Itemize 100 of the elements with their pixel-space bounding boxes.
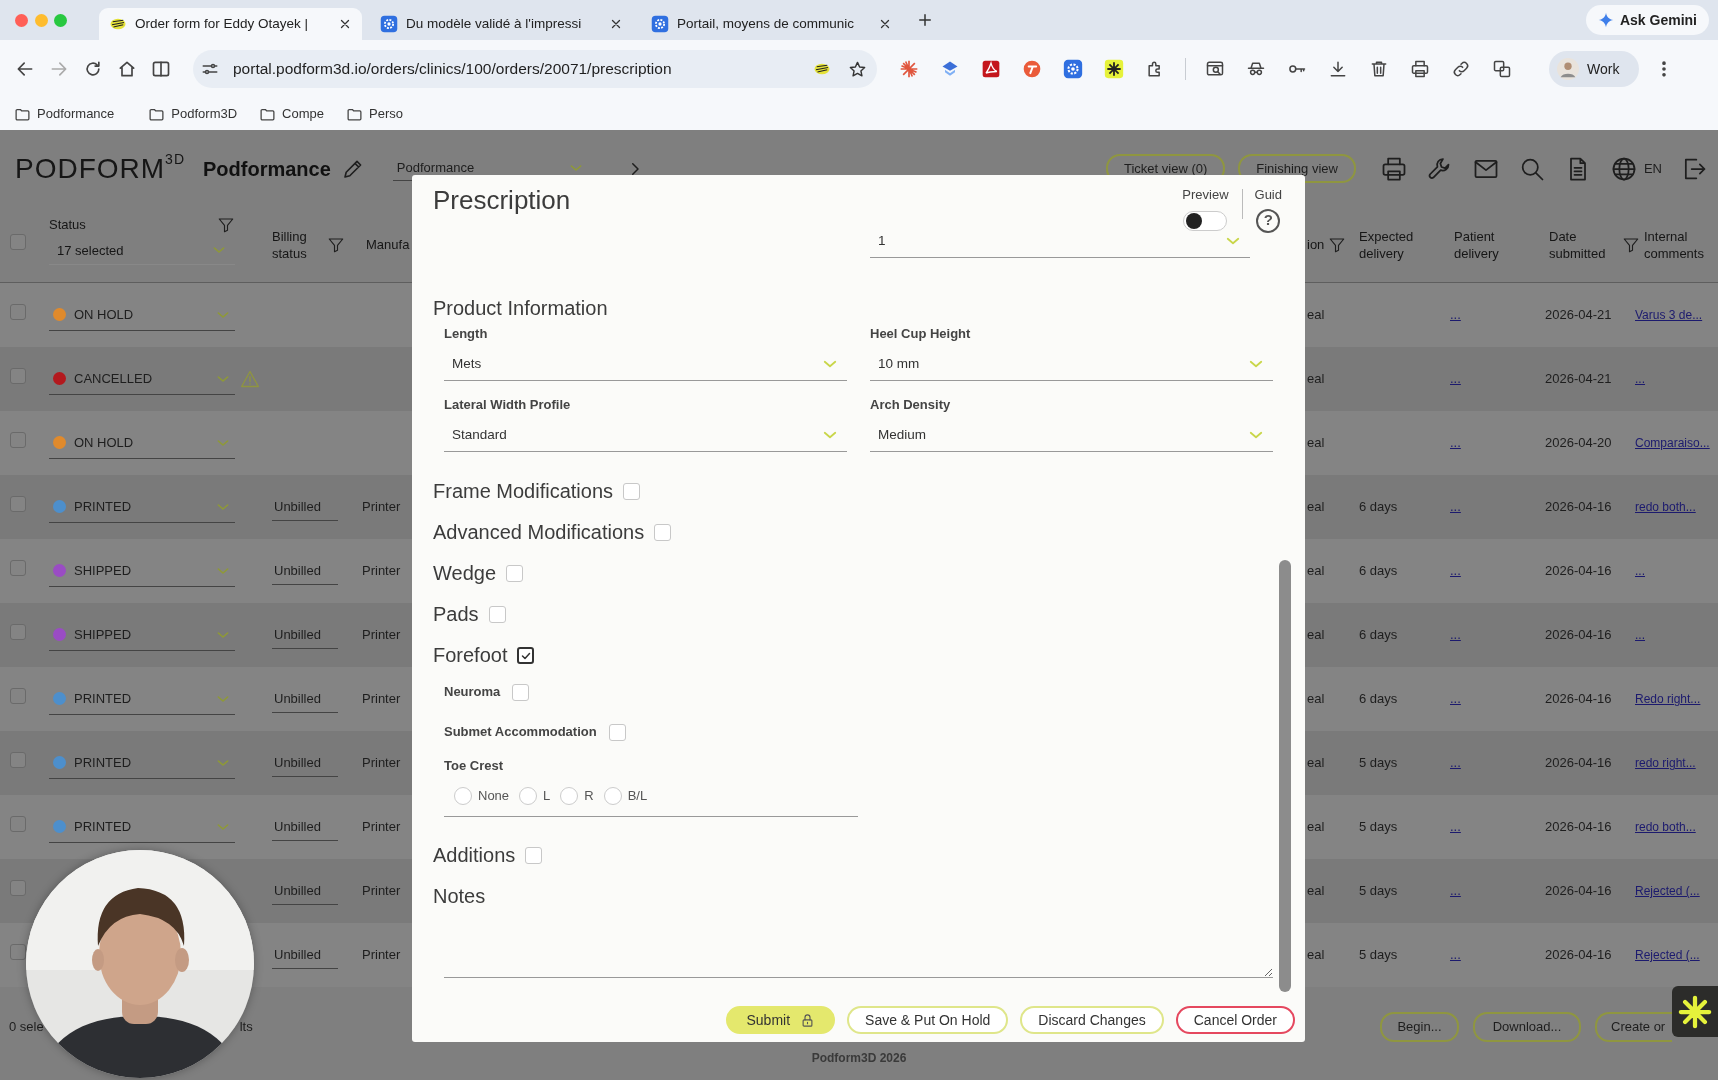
radio-button[interactable]	[560, 786, 579, 805]
comment-link[interactable]: Rejected (...	[1635, 946, 1700, 965]
patient-delivery-link[interactable]: ...	[1450, 755, 1461, 771]
split-view-icon[interactable]	[151, 59, 171, 79]
billing-select[interactable]: Unbilled	[272, 876, 338, 906]
close-icon[interactable]	[878, 17, 892, 31]
footer-button[interactable]: Create or	[1595, 1012, 1672, 1042]
patient-delivery-link[interactable]: ...	[1450, 947, 1461, 963]
patient-delivery-link[interactable]: ...	[1450, 499, 1461, 515]
comment-link[interactable]: ...	[1635, 370, 1645, 389]
billing-select[interactable]: Unbilled	[272, 620, 338, 650]
billing-select[interactable]: Unbilled	[272, 748, 338, 778]
printer-icon[interactable]	[1410, 59, 1430, 79]
filter-icon[interactable]	[327, 235, 346, 254]
comment-link[interactable]: ...	[1635, 626, 1645, 645]
comment-link[interactable]: Rejected (...	[1635, 882, 1700, 901]
patient-delivery-link[interactable]: ...	[1450, 307, 1461, 323]
submit-button[interactable]: Submit	[726, 1006, 836, 1034]
billing-select[interactable]: Unbilled	[272, 556, 338, 586]
footer-button[interactable]: Begin...	[1380, 1012, 1459, 1042]
comment-link[interactable]: Comparaiso...	[1635, 434, 1710, 453]
row-checkbox[interactable]	[10, 816, 26, 833]
bookmark-link[interactable]: Perso	[369, 104, 403, 124]
back-arrow-icon[interactable]	[15, 59, 35, 79]
comment-link[interactable]: Varus 3 de...	[1635, 306, 1703, 325]
radio-button[interactable]	[603, 786, 622, 805]
bookmark-link[interactable]: Podformance	[37, 104, 115, 124]
billing-select[interactable]: Unbilled	[272, 492, 338, 522]
star-icon[interactable]	[848, 59, 867, 79]
close-icon[interactable]	[609, 17, 623, 31]
status-select[interactable]: ON HOLD	[49, 427, 235, 459]
browser-tab[interactable]: Du modèle validé à l'impressi	[370, 8, 633, 40]
comment-link[interactable]: redo both...	[1635, 498, 1696, 517]
patient-delivery-link[interactable]: ...	[1450, 563, 1461, 579]
row-checkbox[interactable]	[10, 944, 26, 961]
document-icon[interactable]	[981, 59, 1001, 79]
tab-search-icon[interactable]	[1205, 59, 1225, 79]
row-checkbox[interactable]	[10, 304, 26, 321]
profile-button[interactable]: Work	[1549, 51, 1639, 87]
filter-icon[interactable]	[1327, 235, 1346, 254]
trash-icon[interactable]	[1369, 59, 1389, 79]
status-filter-select[interactable]: 17 selected	[49, 236, 235, 265]
close-icon[interactable]	[338, 17, 352, 31]
row-checkbox[interactable]	[10, 560, 26, 577]
dropdown[interactable]: Mets	[444, 348, 847, 381]
comment-link[interactable]: redo both...	[1635, 818, 1696, 837]
dropdown[interactable]: 10 mm	[870, 348, 1273, 381]
ask-gemini-button[interactable]: Ask Gemini	[1585, 5, 1709, 35]
reload-icon[interactable]	[83, 59, 103, 79]
patient-delivery-link[interactable]: ...	[1450, 627, 1461, 643]
dropdown[interactable]: Standard	[444, 419, 847, 452]
cancel-button[interactable]: Cancel Order	[1175, 1006, 1295, 1034]
row-checkbox[interactable]	[10, 432, 26, 449]
radio-button[interactable]	[519, 786, 538, 805]
billing-select[interactable]: Unbilled	[272, 684, 338, 714]
filter-icon[interactable]	[217, 215, 235, 234]
action-button[interactable]: Save & Put On Hold	[847, 1006, 1009, 1034]
home-icon[interactable]	[117, 59, 137, 79]
row-checkbox[interactable]	[10, 624, 26, 641]
help-button[interactable]: ?	[1256, 208, 1281, 233]
row-checkbox[interactable]	[10, 496, 26, 513]
browser-tab[interactable]: Portail, moyens de communic	[641, 8, 902, 40]
select-all-checkbox[interactable]	[10, 233, 26, 250]
patient-delivery-link[interactable]: ...	[1450, 371, 1461, 387]
circle-logo-icon[interactable]	[1022, 59, 1042, 79]
action-button[interactable]: Discard Changes	[1020, 1006, 1164, 1034]
bookmark-link[interactable]: Compe	[282, 104, 324, 124]
dropdown[interactable]: 1	[870, 225, 1250, 258]
status-select[interactable]: ON HOLD	[49, 299, 235, 331]
status-select[interactable]: CANCELLED	[49, 363, 235, 395]
patient-delivery-link[interactable]: ...	[1450, 883, 1461, 899]
billing-select[interactable]: Unbilled	[272, 940, 338, 970]
status-select[interactable]: SHIPPED	[49, 619, 235, 651]
status-select[interactable]: PRINTED	[49, 491, 235, 523]
patient-delivery-link[interactable]: ...	[1450, 435, 1461, 451]
sparkle-icon[interactable]	[899, 59, 919, 79]
link-icon[interactable]	[1451, 59, 1471, 79]
row-checkbox[interactable]	[10, 880, 26, 897]
bookmark-link[interactable]: Podform3D	[171, 104, 238, 124]
status-select[interactable]: SHIPPED	[49, 555, 235, 587]
row-checkbox[interactable]	[10, 752, 26, 769]
footer-button[interactable]: Download...	[1473, 1012, 1581, 1042]
status-select[interactable]: PRINTED	[49, 683, 235, 715]
comment-link[interactable]: Redo right...	[1635, 690, 1701, 709]
filter-icon[interactable]	[1622, 235, 1640, 254]
row-checkbox[interactable]	[10, 688, 26, 705]
patient-delivery-link[interactable]: ...	[1450, 691, 1461, 707]
preview-toggle[interactable]	[1183, 210, 1228, 231]
close-window-button[interactable]	[15, 13, 28, 27]
assistant-button[interactable]	[1672, 986, 1718, 1037]
radio-button[interactable]	[454, 786, 472, 805]
comment-link[interactable]: redo right...	[1635, 754, 1696, 773]
translate-icon[interactable]	[1492, 59, 1512, 79]
row-checkbox[interactable]	[10, 368, 26, 385]
new-tab-icon[interactable]	[916, 11, 934, 29]
gear-icon[interactable]	[1063, 59, 1083, 79]
asterisk-icon[interactable]	[1104, 59, 1124, 79]
billing-select[interactable]: Unbilled	[272, 812, 338, 842]
checkbox[interactable]	[517, 647, 535, 664]
language-label[interactable]: EN	[1643, 158, 1662, 179]
